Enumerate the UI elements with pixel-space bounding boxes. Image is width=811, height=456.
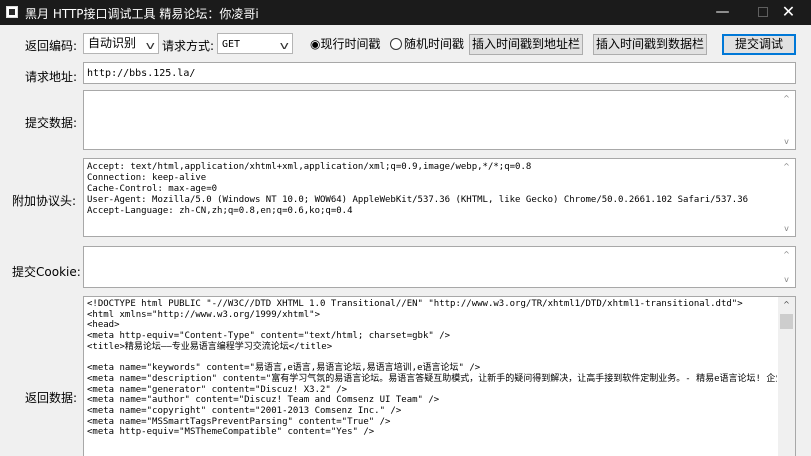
- scroll-down-icon[interactable]: v: [778, 275, 795, 284]
- response-textarea[interactable]: <!DOCTYPE html PUBLIC "-//W3C//DTD XHTML…: [83, 296, 796, 456]
- scroll-up-icon[interactable]: ^: [778, 94, 795, 103]
- cookie-scrollbar[interactable]: ^ v: [778, 247, 795, 287]
- response-value: <!DOCTYPE html PUBLIC "-//W3C//DTD XHTML…: [87, 299, 777, 438]
- radio-unchecked-icon: [390, 38, 402, 50]
- url-label: 请求地址:: [25, 70, 78, 84]
- radio-current-label: ◉现行时间戳: [310, 37, 381, 51]
- cookie-label: 提交Cookie:: [12, 265, 81, 279]
- insert-timestamp-url-button[interactable]: 插入时间戳到地址栏: [469, 34, 583, 55]
- method-select[interactable]: GET v: [217, 33, 293, 54]
- url-value: http://bbs.125.la/: [87, 68, 196, 79]
- submit-button[interactable]: 提交调试: [722, 34, 796, 55]
- headers-textarea[interactable]: Accept: text/html,application/xhtml+xml,…: [83, 158, 796, 237]
- encoding-select[interactable]: 自动识别 v: [83, 33, 159, 54]
- minimize-button[interactable]: —: [700, 0, 745, 25]
- scroll-down-icon[interactable]: v: [778, 137, 795, 146]
- radio-random-timestamp[interactable]: 随机时间戳: [390, 35, 464, 53]
- scroll-down-icon[interactable]: v: [778, 224, 795, 233]
- app-icon: [6, 6, 18, 18]
- response-label: 返回数据:: [25, 391, 78, 405]
- scroll-up-icon[interactable]: ^: [778, 250, 795, 259]
- scrollbar-thumb[interactable]: [780, 314, 793, 329]
- encoding-value: 自动识别: [88, 36, 137, 50]
- title-bar: 黑月 HTTP接口调试工具 精易论坛：你凌哥i — ✕: [0, 0, 811, 25]
- headers-label: 附加协议头:: [12, 194, 77, 208]
- postdata-label: 提交数据:: [25, 116, 78, 130]
- encoding-label: 返回编码:: [25, 39, 78, 53]
- close-button[interactable]: ✕: [766, 0, 811, 25]
- scroll-up-icon[interactable]: ^: [778, 162, 795, 171]
- chevron-down-icon: v: [280, 39, 290, 52]
- postdata-scrollbar[interactable]: ^ v: [778, 91, 795, 149]
- radio-random-label: 随机时间戳: [404, 37, 465, 51]
- response-scrollbar[interactable]: ^: [778, 297, 795, 456]
- window-title: 黑月 HTTP接口调试工具 精易论坛：你凌哥i: [25, 7, 259, 21]
- chevron-down-icon: v: [146, 39, 156, 52]
- cookie-textarea[interactable]: ^ v: [83, 246, 796, 288]
- postdata-textarea[interactable]: ^ v: [83, 90, 796, 150]
- radio-current-timestamp[interactable]: ◉现行时间戳: [310, 35, 380, 53]
- headers-scrollbar[interactable]: ^ v: [778, 159, 795, 236]
- url-input[interactable]: http://bbs.125.la/: [83, 62, 796, 84]
- scroll-up-icon[interactable]: ^: [778, 300, 795, 309]
- method-value: GET: [222, 39, 241, 50]
- headers-value: Accept: text/html,application/xhtml+xml,…: [87, 162, 749, 216]
- method-label: 请求方式:: [162, 39, 215, 53]
- insert-timestamp-data-button[interactable]: 插入时间戳到数据栏: [593, 34, 707, 55]
